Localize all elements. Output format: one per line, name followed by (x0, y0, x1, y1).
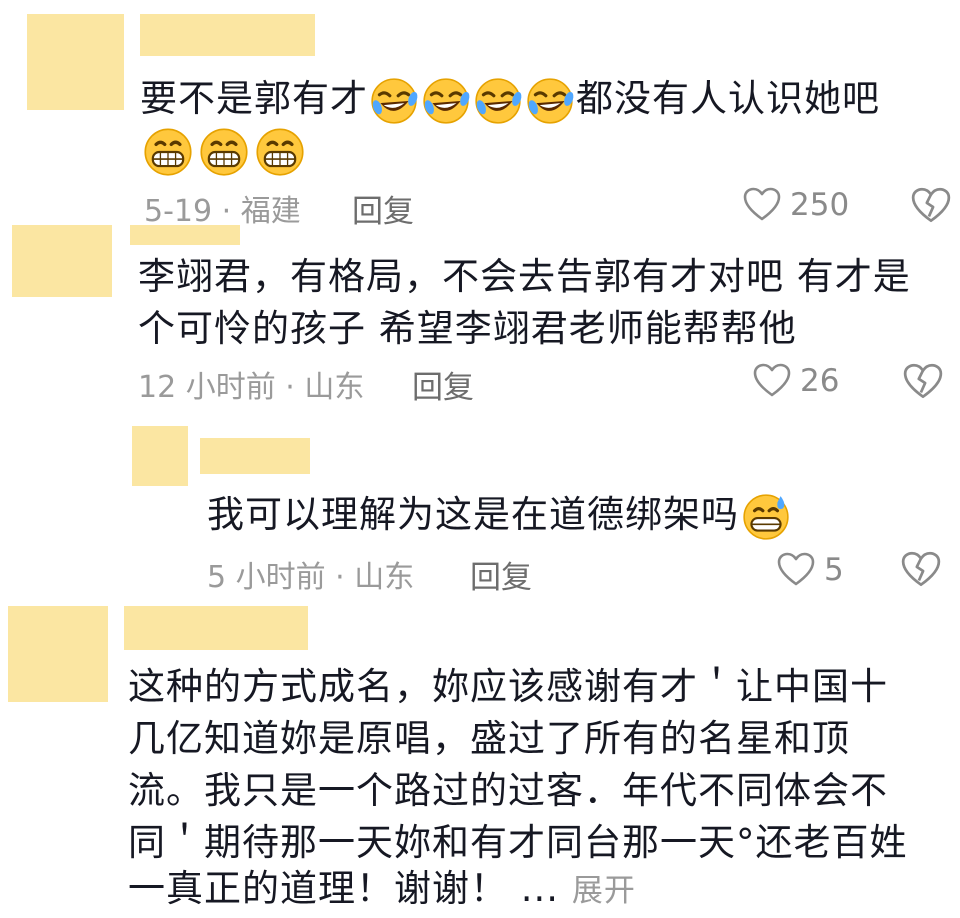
reply-button[interactable]: 回复 (470, 552, 532, 597)
avatar[interactable] (8, 606, 108, 702)
emoji-row (140, 126, 308, 178)
username[interactable] (200, 438, 310, 474)
comment-text-part: 都没有人认识她吧 (576, 77, 880, 120)
reply-button[interactable]: 回复 (352, 186, 414, 231)
avatar[interactable] (12, 225, 112, 297)
comment-text: 要不是郭有才 都没有人认识她吧 (140, 72, 880, 126)
rofl-emoji (524, 76, 576, 126)
broken-heart-icon[interactable] (902, 361, 944, 403)
comment-text-part: 一真正的道理！谢谢！ (128, 867, 508, 910)
username[interactable] (124, 606, 308, 650)
like-count: 5 (824, 552, 844, 588)
comment-text-line: 流。我只是一个路过的过客．年代不同体会不 (128, 769, 888, 812)
comment-text-part: 我可以理解为这是在道德绑架吗 (207, 493, 739, 536)
comment-text-line: 一真正的道理！谢谢！ ... 展开 (128, 862, 636, 918)
avatar[interactable] (132, 426, 188, 486)
heart-outline-icon (752, 361, 792, 401)
username[interactable] (140, 14, 315, 56)
comment-text: 我可以理解为这是在道德绑架吗 (207, 488, 793, 542)
expand-link[interactable]: 展开 (572, 873, 636, 909)
comment-meta: 5-19 · 福建 (144, 194, 301, 229)
rofl-emoji (472, 76, 524, 126)
broken-heart-icon[interactable] (910, 185, 952, 227)
comment-text-part: 要不是郭有才 (140, 77, 368, 120)
comment-text-line: 这种的方式成名，妳应该感谢有才＇让中国十 (128, 665, 888, 708)
heart-outline-icon (742, 185, 782, 225)
grin-emoji (140, 126, 196, 178)
like-button[interactable]: 250 (742, 185, 849, 225)
grin-emoji (252, 126, 308, 178)
comment-text-line: 李翊君，有格局，不会去告郭有才对吧 有才是 (138, 255, 911, 298)
rofl-emoji (368, 76, 420, 126)
comment-meta: 12 小时前 · 山东 (138, 370, 365, 405)
like-button[interactable]: 5 (776, 550, 844, 590)
broken-heart-icon[interactable] (900, 549, 942, 591)
reply-button[interactable]: 回复 (412, 362, 474, 407)
like-button[interactable]: 26 (752, 361, 839, 401)
like-count: 250 (790, 187, 850, 223)
heart-outline-icon (776, 550, 816, 590)
grin-emoji (196, 126, 252, 178)
comment-text-line: 个可怜的孩子 希望李翊君老师能帮帮他 (138, 307, 797, 350)
comment-text-line: 几亿知道妳是原唱，盛过了所有的名星和顶 (128, 717, 850, 760)
avatar[interactable] (27, 14, 124, 110)
comment-meta: 5 小时前 · 山东 (207, 560, 415, 595)
rofl-emoji (420, 76, 472, 126)
sweat-grin-emoji (739, 492, 793, 542)
username[interactable] (130, 225, 240, 245)
like-count: 26 (800, 363, 840, 399)
ellipsis: ... (520, 867, 560, 910)
